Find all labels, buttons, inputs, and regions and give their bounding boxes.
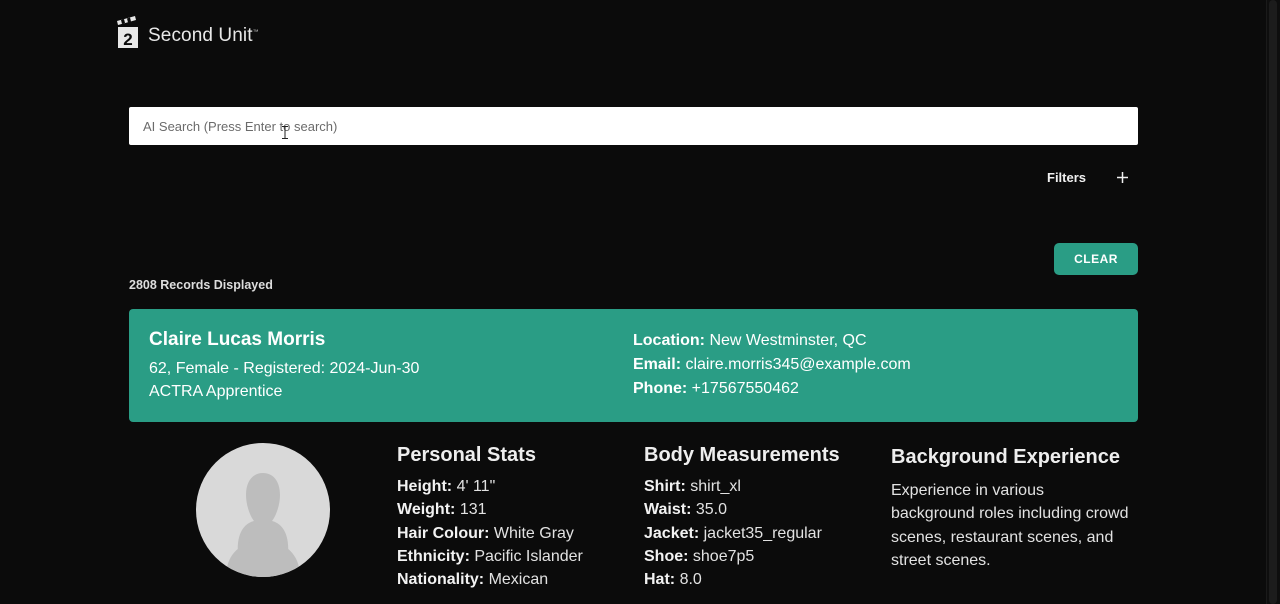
stat-weight: Weight: 131 — [397, 501, 487, 519]
background-experience-title: Background Experience — [891, 446, 1120, 468]
avatar — [196, 443, 330, 577]
scrollbar-thumb[interactable] — [1269, 0, 1277, 604]
profile-email: Email: claire.morris345@example.com — [633, 356, 911, 373]
profile-phone: Phone: +17567550462 — [633, 380, 799, 397]
profile-name: Claire Lucas Morris — [149, 329, 326, 350]
records-count: 2808 Records Displayed — [129, 278, 273, 292]
background-experience-section: Background Experience Experience in vari… — [891, 444, 1131, 572]
personal-stats-section: Personal Stats Height: 4' 11" Weight: 13… — [397, 444, 583, 591]
page: 2 Second Unit™ Filters CLEAR 2808 Record… — [0, 0, 1280, 604]
stat-ethnicity: Ethnicity: Pacific Islander — [397, 547, 583, 565]
stat-nationality: Nationality: Mexican — [397, 571, 549, 589]
brand-logo[interactable]: 2 Second Unit™ — [116, 14, 259, 50]
measure-shirt: Shirt: shirt_xl — [644, 478, 741, 495]
profile-identity: Claire Lucas Morris 62, Female - Registe… — [149, 329, 419, 403]
page-scrollbar[interactable] — [1266, 0, 1280, 604]
search-box — [129, 107, 1138, 145]
measure-shoe: Shoe: shoe7p5 — [644, 547, 755, 565]
stat-hair-colour: Hair Colour: White Gray — [397, 524, 574, 542]
personal-stats-title: Personal Stats — [397, 444, 536, 466]
profile-location: Location: New Westminster, QC — [633, 332, 867, 349]
body-measurements-title: Body Measurements — [644, 444, 840, 466]
measure-hat: Hat: 8.0 — [644, 571, 702, 589]
plus-icon[interactable] — [1116, 171, 1129, 184]
svg-text:2: 2 — [123, 30, 132, 49]
measure-waist: Waist: 35.0 — [644, 501, 727, 519]
profile-header-card[interactable]: Claire Lucas Morris 62, Female - Registe… — [129, 309, 1138, 422]
clapperboard-icon: 2 — [116, 15, 140, 49]
profile-summary: 62, Female - Registered: 2024-Jun-30 — [149, 360, 420, 377]
brand-name: Second Unit™ — [148, 25, 259, 46]
measure-jacket: Jacket: jacket35_regular — [644, 524, 822, 542]
profile-contact: Location: New Westminster, QC Email: cla… — [633, 329, 911, 401]
search-input[interactable] — [129, 107, 1138, 145]
body-measurements-section: Body Measurements Shirt: shirt_xl Waist:… — [644, 444, 840, 591]
filters-label: Filters — [1047, 169, 1087, 185]
stat-height: Height: 4' 11" — [397, 478, 496, 495]
clear-button[interactable]: CLEAR — [1054, 243, 1138, 275]
person-silhouette-icon — [226, 473, 300, 577]
profile-membership: ACTRA Apprentice — [149, 383, 283, 400]
filters-toggle[interactable]: Filters — [1047, 168, 1129, 186]
background-experience-description: Experience in various background roles i… — [891, 482, 1129, 569]
